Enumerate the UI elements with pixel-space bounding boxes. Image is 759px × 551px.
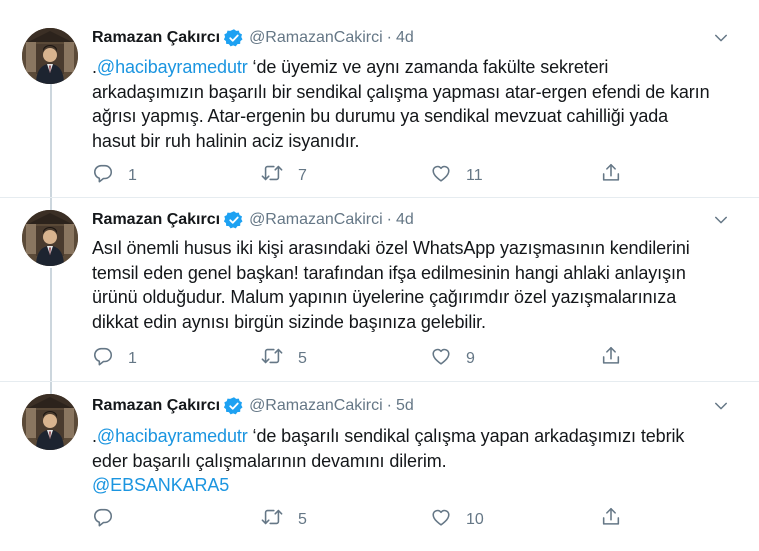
reply-button[interactable]: [92, 506, 128, 533]
verified-badge-icon: [224, 210, 244, 230]
text-segment: Asıl önemli husus iki kişi arasındaki öz…: [92, 238, 690, 258]
action-bar: 1 7 11: [92, 162, 632, 186]
text-segment: hasut bir ruh halinin aciz isyanıdır.: [92, 130, 360, 151]
reply-icon: [92, 162, 114, 189]
share-icon: [600, 345, 622, 372]
reply-count: 1: [128, 349, 137, 367]
like-button[interactable]: 10: [430, 506, 484, 533]
like-button[interactable]: 11: [430, 162, 483, 189]
separator-dot: ·: [386, 397, 392, 414]
tweet-text-line: @EBSANKARA5: [92, 473, 742, 498]
tweet-text: .@hacibayramedutr ‘de üyemiz ve aynı zam…: [92, 55, 742, 153]
reply-icon: [92, 345, 114, 372]
tweet-text: Asıl önemli husus iki kişi arasındaki öz…: [92, 236, 742, 334]
mention-link[interactable]: @EBSANKARA5: [92, 475, 229, 495]
retweet-icon: [260, 506, 284, 533]
retweet-button[interactable]: 5: [260, 345, 307, 372]
chevron-down-icon[interactable]: [711, 210, 731, 230]
verified-badge-icon: [224, 28, 244, 48]
verified-badge-icon: [224, 396, 244, 416]
chevron-down-icon[interactable]: [711, 396, 731, 416]
tweet[interactable]: Ramazan Çakırcı @RamazanCakirci · 4d .@h…: [0, 0, 759, 198]
action-bar: 5 10: [92, 506, 632, 530]
text-segment: ağrısı yapmış. Atar-ergenin bu durumu ya…: [92, 106, 669, 126]
tweet-text-line: eder başarılı çalışmalarının devamını di…: [92, 449, 742, 474]
author-handle[interactable]: @RamazanCakirci: [249, 211, 383, 229]
thread-connector-line: [50, 84, 52, 198]
text-segment: temsil eden genel başkan! tarafından ifş…: [92, 262, 686, 283]
reply-icon: [92, 506, 114, 533]
avatar[interactable]: [22, 28, 78, 84]
author-name[interactable]: Ramazan Çakırcı: [92, 29, 220, 47]
author-handle[interactable]: @RamazanCakirci: [249, 29, 383, 47]
mention-link[interactable]: @hacibayramedutr: [97, 426, 248, 446]
retweet-button[interactable]: 5: [260, 506, 307, 533]
timestamp[interactable]: 5d: [396, 397, 414, 415]
timestamp[interactable]: 4d: [396, 211, 414, 229]
tweet[interactable]: Ramazan Çakırcı @RamazanCakirci · 4d Ası…: [0, 198, 759, 382]
author-name[interactable]: Ramazan Çakırcı: [92, 211, 220, 229]
separator-dot: ·: [386, 211, 392, 228]
text-segment: ‘de başarılı sendikal çalışma yapan arka…: [247, 426, 685, 446]
tweet[interactable]: Ramazan Çakırcı @RamazanCakirci · 5d .@h…: [0, 382, 759, 551]
author-handle[interactable]: @RamazanCakirci: [249, 397, 383, 415]
retweet-count: 7: [298, 166, 307, 184]
reply-count: 1: [128, 166, 137, 184]
tweet-text-line: ürünü olduğudur. Malum yapının üyelerine…: [92, 285, 742, 310]
timestamp[interactable]: 4d: [396, 29, 414, 47]
action-bar: 1 5 9: [92, 345, 632, 369]
author-name[interactable]: Ramazan Çakırcı: [92, 397, 220, 415]
retweet-count: 5: [298, 349, 307, 367]
mention-link[interactable]: @hacibayramedutr: [97, 57, 248, 77]
tweet-text-line: temsil eden genel başkan! tarafından ifş…: [92, 261, 742, 286]
share-button[interactable]: [600, 162, 622, 189]
text-segment: eder başarılı çalışmalarının devamını di…: [92, 450, 447, 471]
avatar[interactable]: [22, 394, 78, 450]
retweet-icon: [260, 345, 284, 372]
retweet-count: 5: [298, 510, 307, 528]
like-icon: [430, 345, 452, 372]
tweet-text-line: dikkat edin aynısı birgün sizinde başını…: [92, 310, 742, 335]
tweet-text: .@hacibayramedutr ‘de başarılı sendikal …: [92, 424, 742, 498]
text-segment: ürünü olduğudur. Malum yapının üyelerine…: [92, 287, 677, 307]
text-segment: ‘de üyemiz ve aynı zamanda fakülte sekre…: [247, 57, 609, 77]
tweet-text-line: ağrısı yapmış. Atar-ergenin bu durumu ya…: [92, 104, 742, 129]
reply-button[interactable]: 1: [92, 345, 137, 372]
chevron-down-icon[interactable]: [711, 28, 731, 48]
like-icon: [430, 162, 452, 189]
like-button[interactable]: 9: [430, 345, 475, 372]
tweet-text-line: .@hacibayramedutr ‘de üyemiz ve aynı zam…: [92, 55, 742, 80]
text-segment: dikkat edin aynısı birgün sizinde başını…: [92, 311, 486, 332]
share-button[interactable]: [600, 506, 622, 533]
text-segment: arkadaşımızın başarılı bir sendikal çalı…: [92, 81, 710, 102]
like-count: 9: [466, 349, 475, 367]
retweet-button[interactable]: 7: [260, 162, 307, 189]
tweet-text-line: Asıl önemli husus iki kişi arasındaki öz…: [92, 236, 742, 261]
thread-connector-line: [50, 198, 52, 210]
share-icon: [600, 162, 622, 189]
thread-connector-line: [50, 268, 52, 382]
share-button[interactable]: [600, 345, 622, 372]
tweet-text-line: .@hacibayramedutr ‘de başarılı sendikal …: [92, 424, 742, 449]
thread-connector-line: [50, 382, 52, 394]
like-count: 10: [466, 510, 484, 528]
share-icon: [600, 506, 622, 533]
reply-button[interactable]: 1: [92, 162, 137, 189]
tweet-text-line: hasut bir ruh halinin aciz isyanıdır.: [92, 129, 742, 154]
like-count: 11: [466, 166, 483, 184]
tweet-text-line: arkadaşımızın başarılı bir sendikal çalı…: [92, 80, 742, 105]
like-icon: [430, 506, 452, 533]
avatar[interactable]: [22, 210, 78, 266]
separator-dot: ·: [386, 29, 392, 46]
retweet-icon: [260, 162, 284, 189]
